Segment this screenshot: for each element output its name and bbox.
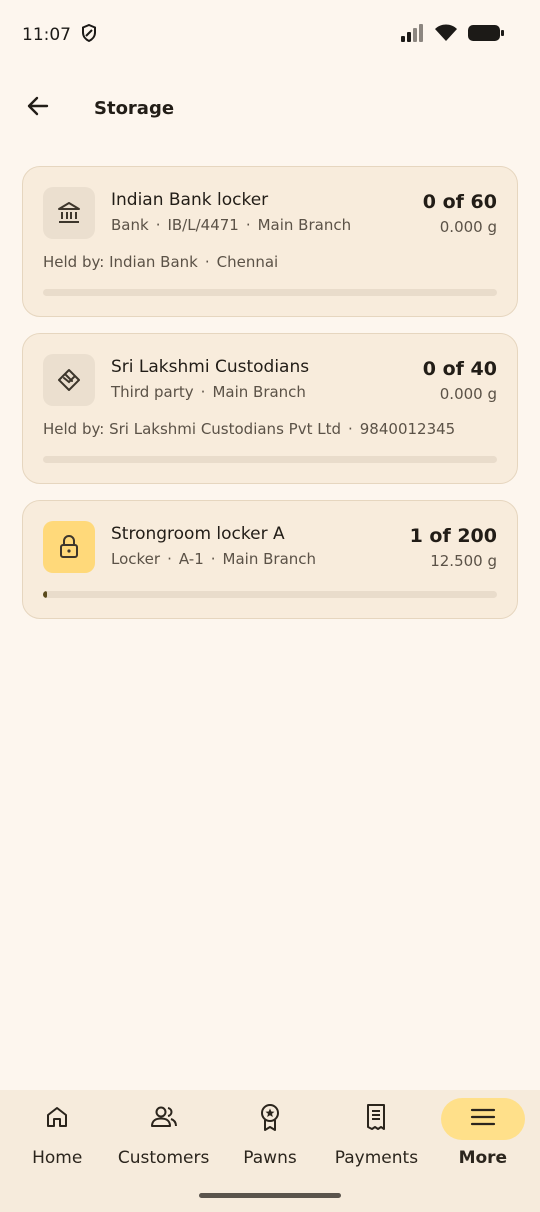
page-title: Storage bbox=[94, 97, 175, 119]
nav-label: Customers bbox=[117, 1148, 210, 1168]
storage-count: 0 of 40 bbox=[422, 358, 497, 380]
storage-meta: Locker · A-1 · Main Branch bbox=[111, 550, 317, 568]
nav-home[interactable]: Home bbox=[4, 1098, 110, 1212]
bank-icon bbox=[43, 187, 95, 239]
signal-icon bbox=[400, 24, 424, 46]
storage-progress bbox=[43, 591, 497, 598]
storage-progress bbox=[43, 289, 497, 296]
storage-card-sri-lakshmi-custodians[interactable]: Sri Lakshmi Custodians Third party · Main … bbox=[22, 333, 518, 484]
storage-progress bbox=[43, 456, 497, 463]
storage-count: 1 of 200 bbox=[409, 525, 497, 547]
storage-card-strongroom-locker-a[interactable]: Strongroom locker A Locker · A-1 · Main Bran… bbox=[22, 500, 518, 619]
storage-meta: Third party · Main Branch bbox=[111, 383, 306, 401]
customers-icon bbox=[149, 1104, 179, 1134]
storage-weight: 0.000 g bbox=[439, 385, 497, 403]
home-indicator bbox=[199, 1193, 341, 1198]
menu-icon bbox=[470, 1106, 496, 1132]
storage-held-by: Held by: Sri Lakshmi Custodians Pvt Ltd ·… bbox=[43, 420, 456, 438]
nav-label: Pawns bbox=[243, 1148, 297, 1168]
wifi-icon bbox=[434, 24, 458, 46]
storage-name: Sri Lakshmi Custodians bbox=[111, 357, 310, 377]
status-bar: 11:07 bbox=[0, 0, 540, 70]
battery-icon bbox=[468, 24, 504, 46]
nav-more[interactable]: More bbox=[430, 1098, 536, 1212]
app-bar: Storage bbox=[0, 78, 540, 138]
lock-icon bbox=[43, 521, 95, 573]
nav-label: More bbox=[458, 1148, 508, 1168]
payments-icon bbox=[363, 1103, 389, 1135]
storage-weight: 0.000 g bbox=[439, 218, 497, 236]
storage-count: 0 of 60 bbox=[422, 191, 497, 213]
storage-progress-fill bbox=[43, 591, 47, 598]
shield-icon bbox=[81, 23, 97, 47]
handshake-icon bbox=[43, 354, 95, 406]
storage-card-indian-bank-locker[interactable]: Indian Bank locker Bank · IB/L/4471 · Main B… bbox=[22, 166, 518, 317]
back-button[interactable] bbox=[22, 92, 54, 124]
storage-list: Indian Bank locker Bank · IB/L/4471 · Main B… bbox=[22, 166, 518, 635]
storage-meta: Bank · IB/L/4471 · Main Branch bbox=[111, 216, 352, 234]
nav-label: Payments bbox=[334, 1148, 419, 1168]
arrow-back-icon bbox=[25, 93, 51, 123]
storage-weight: 12.500 g bbox=[430, 552, 497, 570]
status-time: 11:07 bbox=[22, 25, 71, 45]
storage-name: Strongroom locker A bbox=[111, 524, 285, 544]
pawns-icon bbox=[257, 1102, 283, 1136]
home-icon bbox=[44, 1104, 70, 1134]
storage-name: Indian Bank locker bbox=[111, 190, 269, 210]
storage-held-by: Held by: Indian Bank · Chennai bbox=[43, 253, 279, 271]
nav-label: Home bbox=[32, 1148, 83, 1168]
